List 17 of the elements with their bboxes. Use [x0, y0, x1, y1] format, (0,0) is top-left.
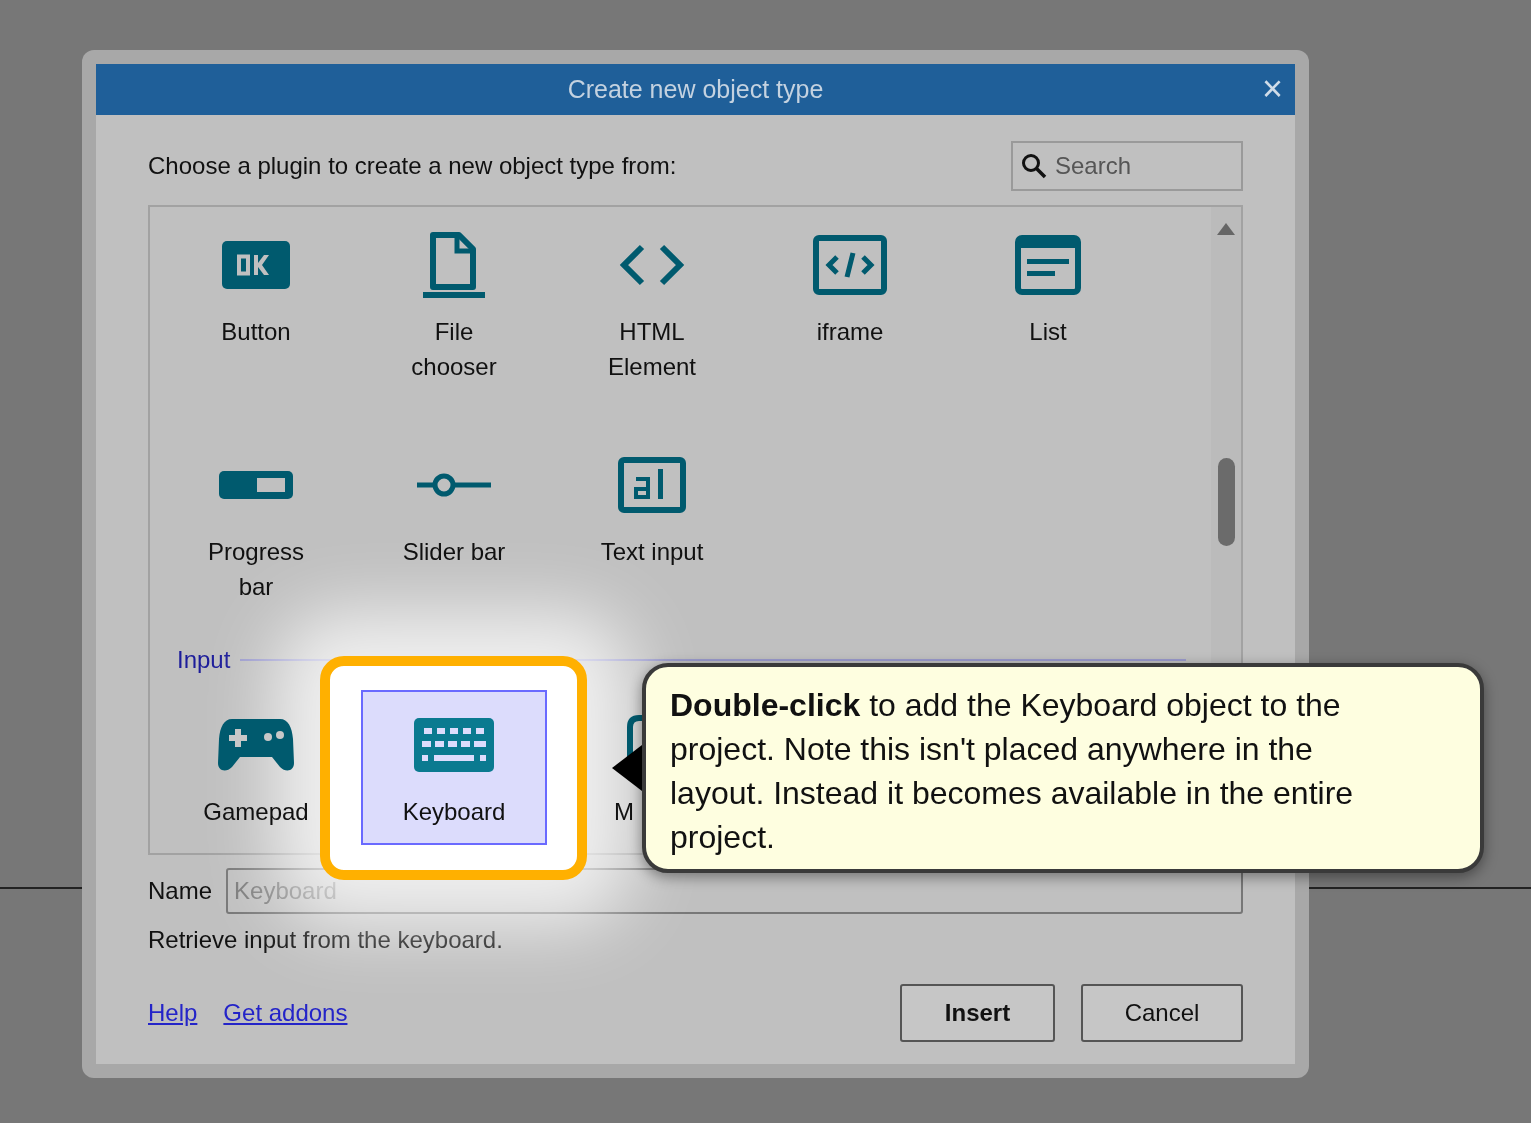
plugin-label: Gamepad [202, 797, 310, 827]
section-header: Input [177, 645, 231, 675]
prompt-text: Choose a plugin to create a new object type from: [148, 151, 677, 181]
window-title: Create new object type [567, 73, 824, 105]
plugin-label: HTML Element [606, 317, 697, 382]
plugin-label: Slider bar [401, 537, 507, 567]
plugin-label: Progress bar [206, 537, 305, 602]
plugin-label: List [1028, 317, 1068, 347]
plugin-label: Keyboard [401, 797, 507, 827]
tooltip-text: Double-click to add the Keyboard object to the project. Note this isn't placed anywhere in the layout. Instead it becomes available in the entire project. [670, 686, 1355, 857]
description-text: Retrieve input from the keyboard. [148, 925, 504, 955]
plugin-label: iframe [815, 317, 885, 347]
plugin-label: File chooser [410, 317, 498, 382]
name-label: Name [148, 876, 213, 906]
plugin-label: M [613, 797, 634, 827]
plugin-label: Button [220, 317, 292, 347]
plugin-label: Text input [599, 537, 705, 567]
